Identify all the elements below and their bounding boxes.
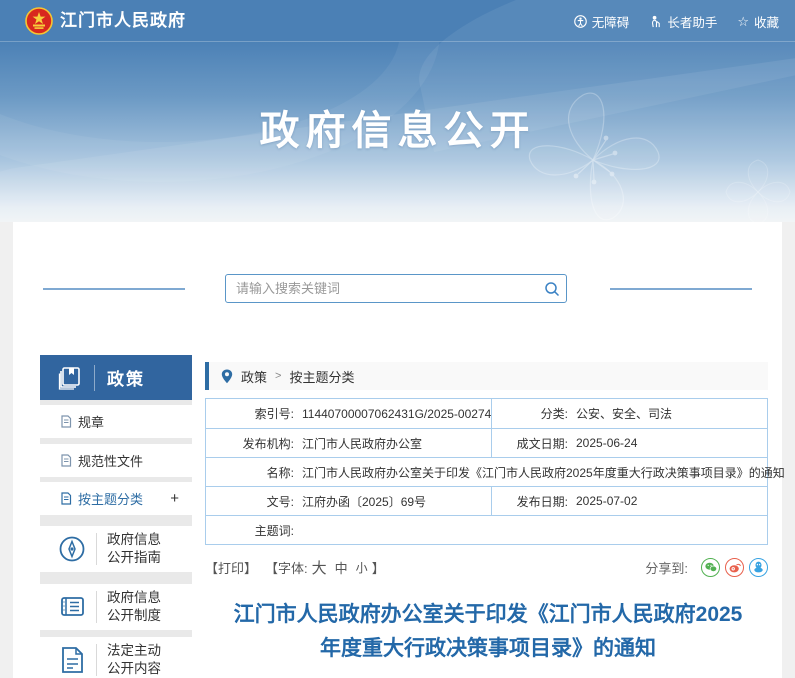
table-cell: 主题词: bbox=[206, 516, 767, 544]
favorite-label: 收藏 bbox=[754, 12, 779, 31]
table-cell: 成文日期: 2025-06-24 bbox=[492, 429, 767, 457]
sidebar-item-gov-info-guide[interactable]: 政府信息 公开指南 bbox=[40, 526, 192, 572]
sidebar-item-divider bbox=[96, 591, 97, 623]
info-value: 公安、安全、司法 bbox=[576, 405, 672, 422]
info-label: 发布日期: bbox=[492, 493, 568, 510]
font-size-small-button[interactable]: 小 bbox=[356, 559, 368, 576]
sidebar-item-by-topic[interactable]: 按主题分类 + bbox=[40, 482, 192, 515]
table-row: 索引号: 11440700007062431G/2025-00274 分类: 公… bbox=[206, 399, 767, 428]
flower-watermark-small-icon bbox=[718, 152, 795, 222]
font-size-medium-button[interactable]: 中 bbox=[335, 558, 348, 577]
label-line2: 公开制度 bbox=[107, 607, 161, 625]
sidebar-item-statutory-disclosure[interactable]: 法定主动 公开内容 bbox=[40, 637, 192, 678]
sidebar-item-label: 按主题分类 bbox=[78, 489, 143, 508]
page: 江门市人民政府 无障碍 长者助手 ☆ 收藏 bbox=[0, 0, 795, 678]
info-label: 发布机构: bbox=[206, 435, 294, 452]
table-cell: 名称: 江门市人民政府办公室关于印发《江门市人民政府2025年度重大行政决策事项… bbox=[206, 458, 785, 486]
info-label: 分类: bbox=[492, 405, 568, 422]
elder-assistant-link[interactable]: 长者助手 bbox=[649, 12, 717, 31]
sidebar-item-label: 规范性文件 bbox=[78, 451, 143, 470]
table-row: 名称: 江门市人民政府办公室关于印发《江门市人民政府2025年度重大行政决策事项… bbox=[206, 457, 767, 486]
label-line2: 公开内容 bbox=[107, 660, 161, 678]
accessibility-link[interactable]: 无障碍 bbox=[574, 12, 630, 31]
wechat-share-icon[interactable] bbox=[701, 558, 720, 577]
sidebar-item-label: 政府信息 公开指南 bbox=[107, 531, 161, 567]
share-label: 分享到: bbox=[645, 558, 688, 577]
top-header-bar: 江门市人民政府 无障碍 长者助手 ☆ 收藏 bbox=[0, 0, 795, 42]
breadcrumb-separator: > bbox=[275, 370, 281, 382]
elder-assistant-label: 长者助手 bbox=[667, 12, 717, 31]
qq-share-icon[interactable] bbox=[749, 558, 768, 577]
national-emblem-icon bbox=[25, 7, 53, 35]
search-button[interactable] bbox=[538, 275, 566, 302]
search-icon bbox=[544, 281, 560, 297]
sidebar-section-header-policy[interactable]: 政策 bbox=[40, 355, 192, 400]
star-icon: ☆ bbox=[737, 15, 749, 28]
table-cell: 分类: 公安、安全、司法 bbox=[492, 399, 767, 428]
ledger-icon bbox=[57, 592, 87, 622]
sidebar-item-regulations[interactable]: 规章 bbox=[40, 405, 192, 438]
accessibility-label: 无障碍 bbox=[592, 12, 630, 31]
info-value: 2025-06-24 bbox=[576, 436, 637, 450]
label-line1: 政府信息 bbox=[107, 531, 161, 549]
page-icon bbox=[60, 492, 72, 505]
table-cell: 发布日期: 2025-07-02 bbox=[492, 487, 767, 515]
article-title: 江门市人民政府办公室关于印发《江门市人民政府2025年度重大行政决策事项目录》的… bbox=[226, 598, 750, 666]
info-label: 主题词: bbox=[206, 522, 294, 539]
sidebar-item-normative-documents[interactable]: 规范性文件 bbox=[40, 444, 192, 477]
table-cell: 文号: 江府办函〔2025〕69号 bbox=[206, 487, 492, 515]
expand-plus-icon[interactable]: + bbox=[170, 491, 179, 506]
weibo-share-icon[interactable] bbox=[725, 558, 744, 577]
header-links: 无障碍 长者助手 ☆ 收藏 bbox=[574, 0, 779, 42]
location-pin-icon bbox=[221, 369, 233, 384]
sidebar-section-title: 政策 bbox=[107, 365, 145, 390]
page-icon bbox=[60, 415, 72, 428]
site-name: 江门市人民政府 bbox=[60, 0, 186, 42]
table-cell: 索引号: 11440700007062431G/2025-00274 bbox=[206, 399, 492, 428]
breadcrumb-item-policy[interactable]: 政策 bbox=[241, 367, 267, 386]
accessibility-icon bbox=[574, 15, 587, 28]
table-cell: 发布机构: 江门市人民政府办公室 bbox=[206, 429, 492, 457]
search-input[interactable] bbox=[226, 275, 538, 302]
page-icon bbox=[60, 454, 72, 467]
info-value: 江门市人民政府办公室 bbox=[302, 435, 422, 452]
article-toolbar: 【打印】 【字体: 大 中 小 】 分享到: bbox=[205, 556, 768, 578]
sidebar-item-label: 规章 bbox=[78, 412, 104, 431]
info-value: 江府办函〔2025〕69号 bbox=[302, 493, 426, 510]
font-size-prefix: 【字体: bbox=[265, 558, 308, 577]
info-label: 成文日期: bbox=[492, 435, 568, 452]
search-decor-line-right bbox=[610, 288, 752, 290]
table-row: 文号: 江府办函〔2025〕69号 发布日期: 2025-07-02 bbox=[206, 486, 767, 515]
table-row: 发布机构: 江门市人民政府办公室 成文日期: 2025-06-24 bbox=[206, 428, 767, 457]
print-button[interactable]: 【打印】 bbox=[205, 558, 257, 577]
sidebar-header-divider bbox=[94, 365, 95, 391]
search-box bbox=[225, 274, 567, 303]
document-icon bbox=[57, 645, 87, 675]
label-line1: 政府信息 bbox=[107, 589, 161, 607]
table-row: 主题词: bbox=[206, 515, 767, 544]
sidebar-item-gov-info-system[interactable]: 政府信息 公开制度 bbox=[40, 584, 192, 630]
info-value: 11440700007062431G/2025-00274 bbox=[302, 407, 491, 421]
info-label: 文号: bbox=[206, 493, 294, 510]
sidebar-item-label: 政府信息 公开制度 bbox=[107, 589, 161, 625]
font-size-suffix: 】 bbox=[372, 558, 385, 577]
sidebar-item-label: 法定主动 公开内容 bbox=[107, 642, 161, 678]
breadcrumb-item-by-topic[interactable]: 按主题分类 bbox=[289, 367, 354, 386]
label-line2: 公开指南 bbox=[107, 549, 161, 567]
info-value: 江门市人民政府办公室关于印发《江门市人民政府2025年度重大行政决策事项目录》的… bbox=[302, 464, 785, 481]
font-size-large-button[interactable]: 大 bbox=[312, 557, 327, 578]
compass-icon bbox=[57, 534, 87, 564]
breadcrumb: 政策 > 按主题分类 bbox=[205, 362, 768, 390]
search-decor-line-left bbox=[43, 288, 185, 290]
document-info-table: 索引号: 11440700007062431G/2025-00274 分类: 公… bbox=[205, 398, 768, 545]
elder-assistant-icon bbox=[649, 15, 662, 28]
info-label: 名称: bbox=[206, 464, 294, 481]
info-label: 索引号: bbox=[206, 405, 294, 422]
sidebar-item-divider bbox=[96, 644, 97, 676]
book-icon bbox=[56, 365, 82, 391]
info-value: 2025-07-02 bbox=[576, 494, 637, 508]
favorite-link[interactable]: ☆ 收藏 bbox=[737, 12, 779, 31]
sidebar-item-divider bbox=[96, 533, 97, 565]
label-line1: 法定主动 bbox=[107, 642, 161, 660]
